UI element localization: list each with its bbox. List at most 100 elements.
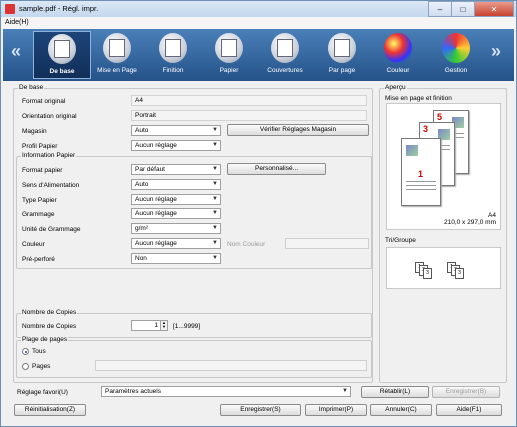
chevron-down-icon: ▼	[212, 166, 218, 172]
tab-mise-en-page[interactable]: Mise en Page	[88, 31, 146, 79]
restore-button[interactable]: Rétablir(L)	[361, 386, 429, 398]
tab-label: Papier	[219, 67, 239, 74]
pdf-app-icon	[5, 4, 15, 14]
tab-label: Finition	[162, 67, 184, 74]
close-button[interactable]: ✕	[474, 1, 514, 17]
chevron-down-icon: ▼	[342, 388, 348, 394]
tray-select[interactable]: Auto ▼	[131, 125, 221, 136]
tab-label: Couleur	[386, 67, 410, 74]
tab-papier[interactable]: Papier	[200, 31, 258, 79]
finishing-icon	[159, 33, 187, 63]
cancel-button[interactable]: Annuler(C)	[370, 404, 432, 416]
chevron-down-icon: ▼	[212, 210, 218, 216]
custom-size-button[interactable]: Personnalisé...	[227, 163, 326, 175]
group-title: Plage de pages	[21, 336, 69, 343]
weight-unit-select[interactable]: g/m² ▼	[131, 223, 221, 234]
paper-icon	[215, 33, 243, 63]
layout-icon	[103, 33, 131, 63]
page-number: 3	[423, 124, 429, 134]
scroll-left-icon[interactable]: «	[11, 41, 21, 62]
color-select[interactable]: Aucun réglage ▼	[131, 238, 221, 249]
tab-couleur[interactable]: Couleur	[369, 31, 427, 79]
layout-preview: 5 3 1 A4 210,0 x 297,0 mm	[386, 103, 501, 230]
menu-help[interactable]: Aide(H)	[5, 19, 29, 26]
page-number: 5	[437, 112, 443, 122]
paper-size-value: Par défaut	[135, 166, 165, 173]
pages-input[interactable]	[95, 360, 367, 371]
chevron-down-icon: ▼	[212, 255, 218, 261]
preview-dimensions: 210,0 x 297,0 mm	[443, 219, 496, 226]
save-favorite-button[interactable]: Enregistrer(B)	[432, 386, 500, 398]
feed-direction-select[interactable]: Auto ▼	[131, 179, 221, 190]
tab-couvertures[interactable]: Couvertures	[256, 31, 314, 79]
tab-label: Par page	[328, 67, 356, 74]
sort-sheet: 3	[455, 268, 464, 279]
paper-profile-label: Profil Papier	[22, 143, 58, 150]
color-name-label: Nom Couleur	[227, 241, 266, 248]
chevron-down-icon: ▼	[212, 225, 218, 231]
paper-type-value: Aucun réglage	[135, 196, 177, 203]
page-number: 1	[418, 169, 424, 179]
menu-bar: Aide(H)	[1, 17, 516, 29]
chevron-down-icon: ▼	[212, 181, 218, 187]
favorite-label: Réglage favori(U)	[17, 389, 68, 396]
chevron-down-icon: ▼	[212, 240, 218, 246]
tab-label: De base	[49, 68, 75, 75]
color-value: Aucun réglage	[135, 240, 177, 247]
title-bar: sample.pdf - Régl. impr. ‒ □ ✕	[1, 1, 516, 17]
sort-group-label: Tri/Groupe	[385, 237, 416, 244]
paper-type-select[interactable]: Aucun réglage ▼	[131, 194, 221, 205]
tab-label: Mise en Page	[97, 67, 137, 74]
pages-radio[interactable]	[22, 363, 29, 370]
favorite-select[interactable]: Paramètres actuels ▼	[101, 386, 351, 397]
color-label: Couleur	[22, 241, 45, 248]
chevron-down-icon: ▼	[212, 196, 218, 202]
pages-label: Pages	[32, 363, 51, 370]
tab-gestion[interactable]: Gestion	[427, 31, 485, 79]
per-page-icon	[328, 33, 356, 63]
copies-label: Nombre de Copies	[22, 323, 77, 330]
paper-size-select[interactable]: Par défaut ▼	[131, 164, 221, 175]
all-pages-label: Tous	[32, 348, 46, 355]
tab-par-page[interactable]: Par page	[313, 31, 371, 79]
feed-direction-value: Auto	[135, 181, 149, 188]
prepunched-select[interactable]: Non ▼	[131, 253, 221, 264]
weight-unit-label: Unité de Grammage	[22, 226, 81, 233]
group-title: De base	[18, 84, 45, 91]
group-title: Nombre de Copies	[21, 309, 78, 316]
paper-type-label: Type Papier	[22, 197, 57, 204]
copies-range: [1...9999]	[173, 323, 201, 330]
register-button[interactable]: Enregistrer(S)	[220, 404, 301, 416]
tab-finition[interactable]: Finition	[144, 31, 202, 79]
window-title: sample.pdf - Régl. impr.	[19, 4, 99, 13]
print-button[interactable]: Imprimer(P)	[305, 404, 367, 416]
basic-settings-icon	[48, 34, 76, 64]
group-title: Information Papier	[21, 152, 77, 159]
scroll-right-icon[interactable]: »	[491, 41, 501, 62]
chevron-down-icon: ▼	[212, 142, 218, 148]
original-orientation-value: Portrait	[131, 110, 367, 121]
paper-size-label: Format papier	[22, 167, 63, 174]
weight-value: Aucun réglage	[135, 210, 177, 217]
prepunched-value: Non	[135, 255, 147, 262]
tab-label: Couvertures	[267, 67, 303, 74]
minimize-button[interactable]: ‒	[428, 1, 452, 17]
copies-spinner[interactable]: ▲ ▼	[160, 320, 168, 331]
reset-button[interactable]: Réinitialisation(Z)	[14, 404, 86, 416]
tab-de-base[interactable]: De base	[33, 31, 91, 79]
tray-label: Magasin	[22, 128, 47, 135]
maximize-button[interactable]: □	[451, 1, 475, 17]
sort-sheet: 3	[423, 268, 432, 279]
check-tray-settings-button[interactable]: Vérifier Réglages Magasin	[227, 124, 369, 136]
print-settings-window: sample.pdf - Régl. impr. ‒ □ ✕ Aide(H) «…	[0, 0, 517, 427]
help-button[interactable]: Aide(F1)	[436, 404, 502, 416]
color-name-field[interactable]	[285, 238, 369, 249]
paper-profile-select[interactable]: Aucun réglage ▼	[131, 140, 221, 151]
preview-page: 1	[401, 138, 441, 206]
copies-input[interactable]: 1	[131, 320, 161, 331]
all-pages-radio[interactable]	[22, 348, 29, 355]
weight-select[interactable]: Aucun réglage ▼	[131, 208, 221, 219]
favorite-value: Paramètres actuels	[105, 388, 161, 395]
original-orientation-label: Orientation original	[22, 113, 77, 120]
feed-direction-label: Sens d'Alimentation	[22, 182, 80, 189]
